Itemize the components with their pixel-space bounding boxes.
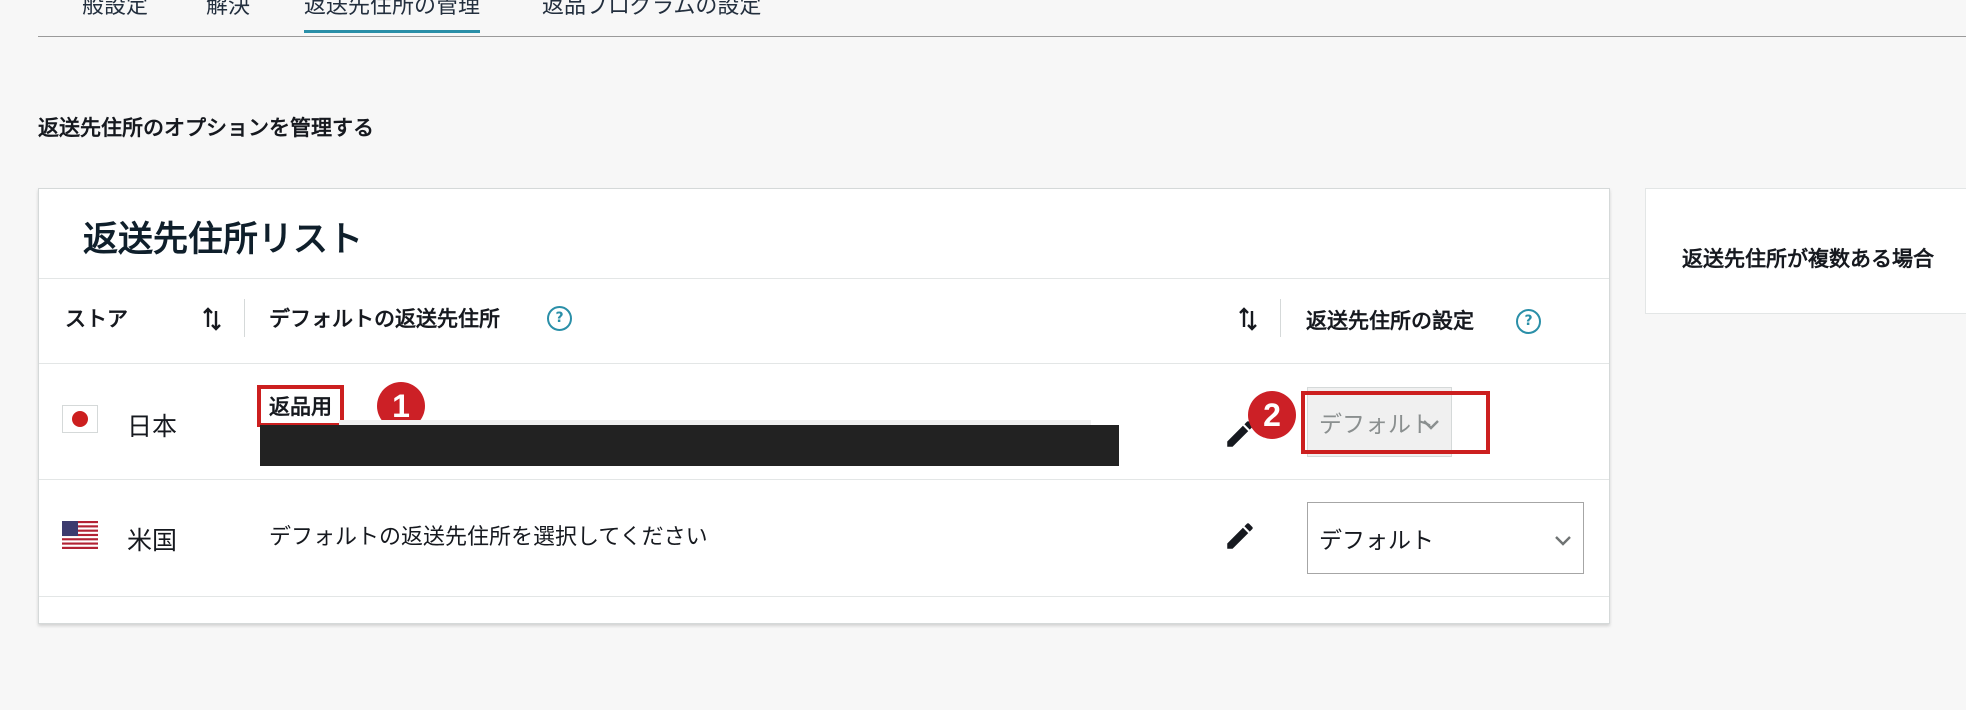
edit-pencil-icon[interactable] (1223, 519, 1257, 553)
section-heading: 返送先住所のオプションを管理する (38, 116, 374, 140)
column-header-address-setting: 返送先住所の設定 (1306, 309, 1474, 333)
help-icon-default-address[interactable]: ? (547, 306, 572, 331)
card-title: 返送先住所リスト (83, 220, 364, 260)
annotation-badge-2: 2 (1248, 391, 1296, 439)
column-separator (1280, 299, 1281, 337)
column-header-store: ストア (65, 307, 128, 331)
side-card-text: 返送先住所が複数ある場合 (1682, 247, 1934, 271)
select-address-hint: デフォルトの返送先住所を選択してください (269, 525, 708, 550)
column-separator (244, 299, 245, 337)
tab-return-program-settings[interactable]: 返品プログラムの設定 (542, 0, 761, 20)
us-flag-icon (62, 521, 98, 549)
store-name-japan: 日本 (127, 412, 178, 441)
address-setting-select-us[interactable]: デフォルト (1307, 502, 1584, 574)
help-icon-address-setting[interactable]: ? (1516, 309, 1541, 334)
annotation-highlight-box (1301, 391, 1490, 454)
return-address-label: 返品用 (257, 385, 344, 427)
return-address-list-card: 返送先住所リスト ストア デフォルトの返送先住所 ? 返送先住所の設定 ? 日本… (38, 188, 1610, 624)
japan-flag-icon (62, 405, 98, 433)
divider (39, 363, 1609, 364)
divider (39, 479, 1609, 480)
divider (39, 596, 1609, 597)
sort-icon-store[interactable] (201, 305, 223, 333)
tab-return-address-management[interactable]: 返送先住所の管理 (304, 0, 481, 33)
redacted-address (260, 425, 1119, 466)
store-name-us: 米国 (127, 526, 178, 555)
tab-resolution[interactable]: 解決 (206, 0, 250, 20)
tab-bar: 般設定 解決 返送先住所の管理 返品プログラムの設定 (38, 0, 1966, 37)
divider (39, 278, 1609, 279)
column-header-default-address: デフォルトの返送先住所 (269, 307, 500, 331)
select-value: デフォルト (1319, 528, 1434, 554)
sort-icon-default-address[interactable] (1237, 305, 1259, 333)
multiple-addresses-info-card: 返送先住所が複数ある場合 (1645, 188, 1966, 314)
chevron-down-icon (1555, 536, 1571, 546)
tab-general-settings[interactable]: 般設定 (82, 0, 148, 20)
